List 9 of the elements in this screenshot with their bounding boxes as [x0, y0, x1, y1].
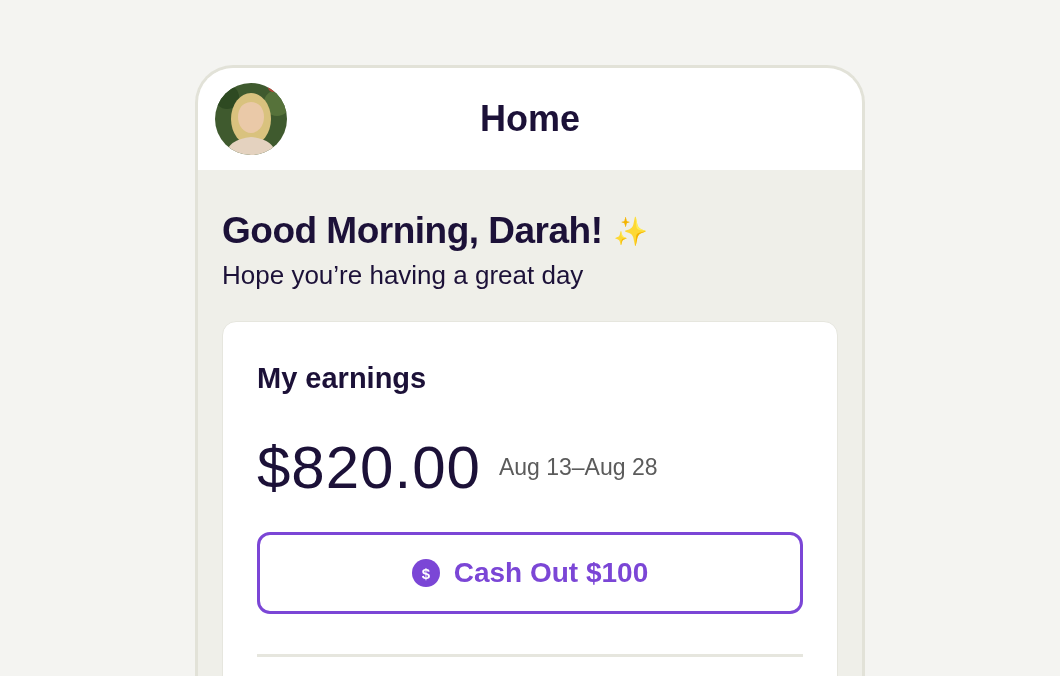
dollar-icon: $	[411, 559, 440, 587]
greeting-title: Good Morning, Darah!	[222, 210, 603, 252]
cash-out-button[interactable]: $ Cash Out $100	[257, 532, 803, 614]
date-range: Aug 13–Aug 28	[498, 454, 658, 481]
earnings-amount: $820.00	[257, 433, 481, 502]
sparkles-emoji: ✨	[612, 214, 648, 248]
card-title: My earnings	[257, 362, 428, 395]
greeting-subtitle: Hope you’re having a great day	[222, 260, 585, 291]
page-title: Home	[480, 98, 580, 140]
